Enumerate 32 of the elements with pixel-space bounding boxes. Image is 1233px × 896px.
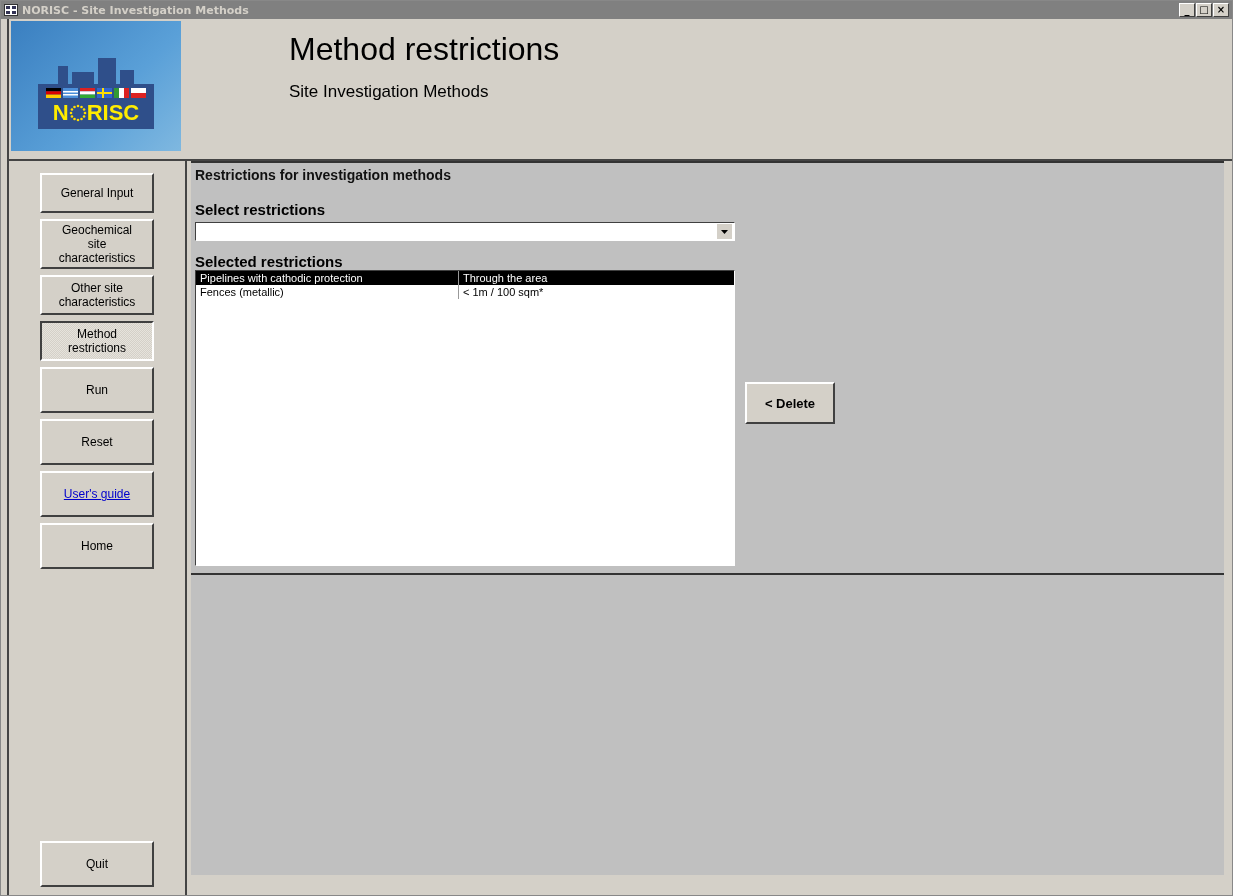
nav-button[interactable]: Reset xyxy=(40,419,154,465)
page-subtitle: Site Investigation Methods xyxy=(289,82,490,102)
app-icon xyxy=(4,4,18,16)
field-label: Selected restrictions xyxy=(195,253,344,270)
nav-button[interactable]: General Input xyxy=(40,173,154,213)
logo-text: RISC xyxy=(86,101,140,125)
list-cell: Pipelines with cathodic protection xyxy=(196,271,459,285)
window-title: NORISC - Site Investigation Methods xyxy=(22,3,249,17)
maximize-button[interactable]: □ xyxy=(1196,3,1212,17)
field-label: Select restrictions xyxy=(195,201,327,218)
nav-button[interactable]: User's guide xyxy=(40,471,154,517)
star-ring-icon xyxy=(68,104,87,122)
logo-text: N xyxy=(52,101,69,125)
nav-button[interactable]: Run xyxy=(40,367,154,413)
flags-icon xyxy=(46,88,146,98)
list-cell-text: Through the area xyxy=(462,271,548,285)
list-row[interactable]: Pipelines with cathodic protection Through the area xyxy=(196,271,734,285)
minimize-button[interactable]: _ xyxy=(1179,3,1195,17)
nav-button[interactable]: Other site characteristics xyxy=(40,275,154,315)
restriction-dropdown[interactable] xyxy=(195,222,735,241)
nav-button[interactable]: Method restrictions xyxy=(40,321,154,361)
quit-button[interactable]: Quit xyxy=(40,841,154,887)
list-row[interactable]: Fences (metallic) < 1m / 100 sqm* xyxy=(196,285,734,299)
restriction-list[interactable]: Pipelines with cathodic protection Through the area Fences (metallic) < 1m / 100 sqm* xyxy=(195,270,735,566)
close-button[interactable]: × xyxy=(1213,3,1229,17)
list-cell-text: < 1m / 100 sqm* xyxy=(462,285,544,299)
nav-button[interactable]: Geochemical site characteristics xyxy=(40,219,154,269)
delete-button[interactable]: < Delete xyxy=(745,382,835,424)
list-cell: Fences (metallic) xyxy=(196,285,459,299)
page-title: Method restrictions xyxy=(289,31,560,68)
panel-title: Restrictions for investigation methods xyxy=(195,167,452,183)
nav-button[interactable]: Home xyxy=(40,523,154,569)
